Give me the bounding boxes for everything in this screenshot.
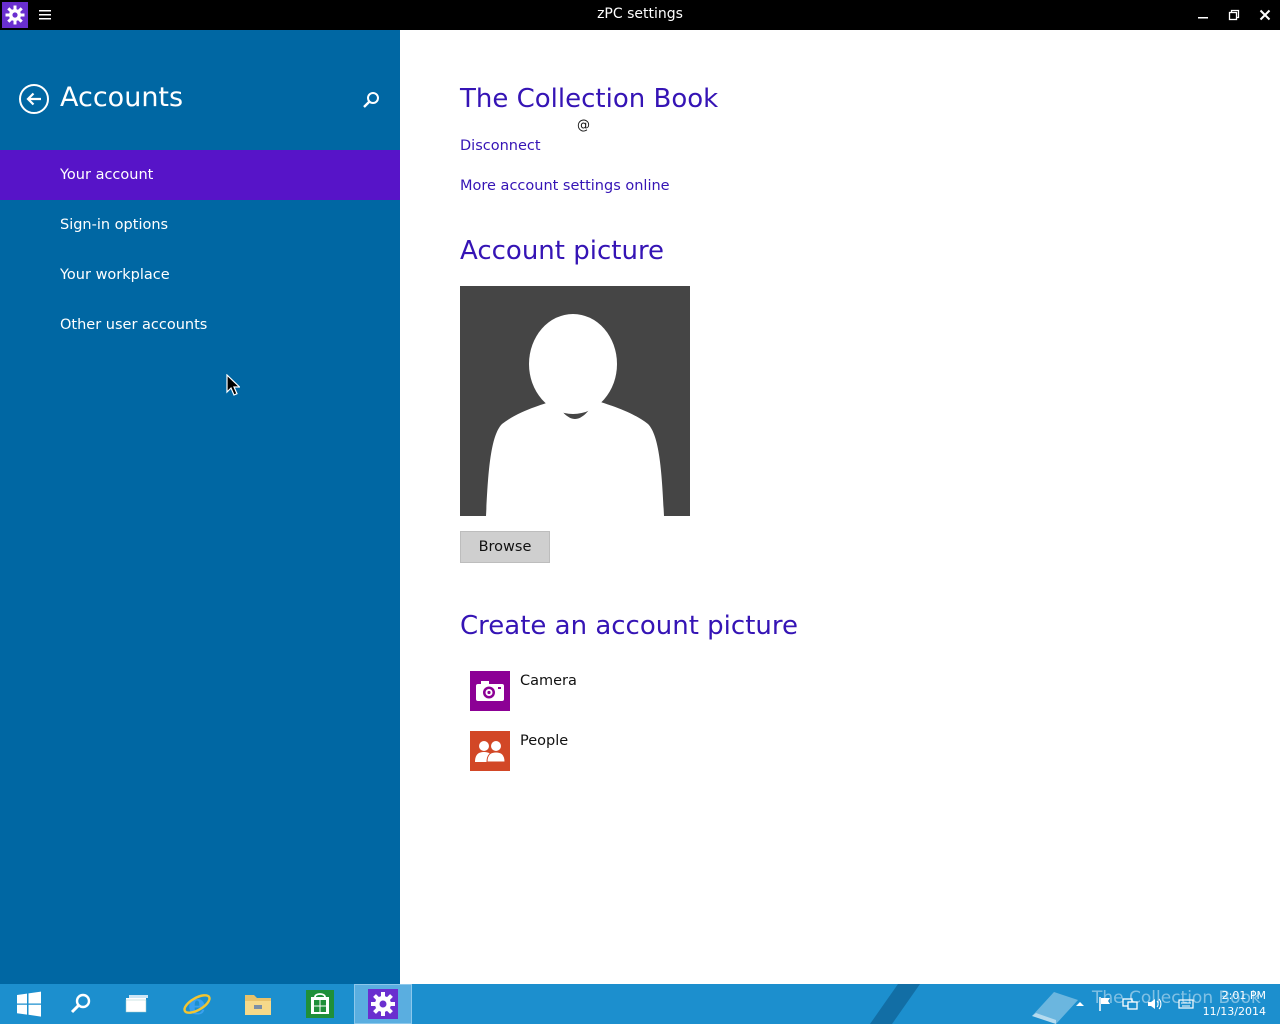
store-icon[interactable] (291, 984, 349, 1024)
camera-icon (470, 671, 510, 711)
network-icon[interactable] (1122, 996, 1138, 1012)
back-arrow-icon[interactable] (18, 83, 50, 115)
main-content: The Collection Book @ Disconnect More ac… (400, 30, 1280, 984)
account-picture-heading: Account picture (460, 236, 665, 266)
minimize-icon[interactable] (1188, 0, 1218, 30)
keyboard-icon[interactable] (1178, 996, 1194, 1012)
sidebar-item-other-user-accounts[interactable]: Other user accounts (0, 300, 400, 350)
volume-icon[interactable] (1146, 996, 1162, 1012)
svg-text:e: e (188, 989, 206, 1019)
sidebar-item-sign-in-options[interactable]: Sign-in options (0, 200, 400, 250)
create-picture-heading: Create an account picture (460, 611, 798, 641)
clock-time: 2:01 PM (1221, 989, 1266, 1002)
close-icon[interactable] (1250, 0, 1280, 30)
window-title: zPC settings (597, 6, 683, 22)
title-bar: zPC settings (0, 0, 1280, 30)
clock[interactable]: 2:01 PM 11/13/2014 (1203, 988, 1266, 1020)
settings-icon (368, 989, 398, 1019)
browse-button[interactable]: Browse (460, 531, 550, 563)
task-view-icon[interactable] (108, 984, 166, 1024)
sidebar-item-your-workplace[interactable]: Your workplace (0, 250, 400, 300)
settings-taskbar-button[interactable] (354, 984, 412, 1024)
sidebar-nav: Your account Sign-in options Your workpl… (0, 150, 400, 350)
file-explorer-icon[interactable] (229, 984, 287, 1024)
taskbar-search-icon[interactable] (52, 984, 110, 1024)
internet-explorer-icon[interactable]: e (168, 984, 226, 1024)
mouse-cursor-icon (226, 373, 241, 400)
camera-label: Camera (520, 673, 577, 689)
windows-start-icon[interactable] (0, 984, 58, 1024)
people-icon (470, 731, 510, 771)
show-hidden-icons-icon[interactable] (1072, 996, 1088, 1012)
account-email: @ (577, 118, 590, 133)
search-icon[interactable] (360, 89, 382, 111)
sidebar: Accounts Your account Sign-in options Yo… (0, 30, 400, 984)
sidebar-item-your-account[interactable]: Your account (0, 150, 400, 200)
taskbar: e The Collection Book 2:01 PM 11/13/2014 (0, 984, 1280, 1024)
account-name: The Collection Book (460, 84, 719, 114)
disconnect-link[interactable]: Disconnect (460, 138, 541, 154)
clock-date: 11/13/2014 (1202, 1005, 1266, 1018)
restore-icon[interactable] (1219, 0, 1249, 30)
people-app-item[interactable]: People (470, 731, 770, 771)
action-center-flag-icon[interactable] (1097, 996, 1113, 1012)
people-label: People (520, 733, 569, 749)
avatar (460, 286, 690, 516)
taskbar-decoration (870, 984, 920, 1024)
desktop: zPC settings Accounts Your account Sign-… (0, 0, 1280, 1024)
user-silhouette-icon (460, 286, 690, 516)
more-account-settings-link[interactable]: More account settings online (460, 178, 670, 194)
sidebar-title: Accounts (60, 82, 184, 113)
camera-app-item[interactable]: Camera (470, 671, 770, 711)
